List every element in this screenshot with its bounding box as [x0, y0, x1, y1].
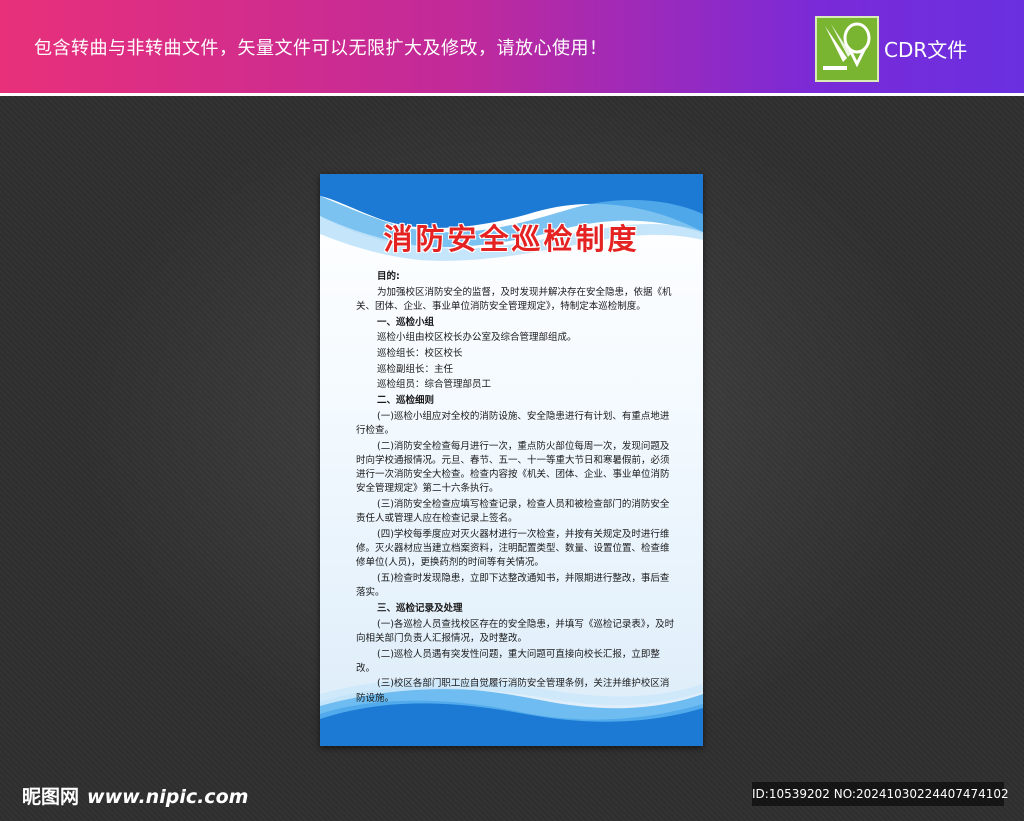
paragraph: 巡检组员：综合管理部员工 [377, 379, 492, 391]
paragraph: (三)消防安全检查应填写检查记录，检查人员和被检查部门的消防安全责任人或管理人应… [356, 499, 670, 525]
section-heading: 二、巡检细则 [377, 395, 435, 407]
paragraph: 巡检组长：校区校长 [377, 348, 463, 360]
paragraph: 巡检小组由校区校长办公室及综合管理部组成。 [377, 332, 577, 344]
top-banner: 包含转曲与非转曲文件，矢量文件可以无限扩大及修改，请放心使用！ CDR文件 [0, 0, 1024, 93]
section-heading: 三、巡检记录及处理 [377, 602, 463, 614]
paragraph: (二)巡检人员遇有突发性问题，重大问题可直接向校长汇报，立即整改。 [356, 648, 660, 674]
paragraph: (一)各巡检人员查找校区存在的安全隐患，并填写《巡检记录表》，及时向相关部门负责… [356, 618, 675, 644]
paragraph: (三)校区各部门职工应自觉履行消防安全管理条例，关注并维护校区消防设施。 [356, 678, 670, 704]
paragraph: 为加强校区消防安全的监督，及时发现并解决存在安全隐患，依据《机关、团体、企业、事… [356, 286, 672, 312]
paragraph: 巡检副组长：主任 [377, 363, 454, 375]
paragraph-purpose-heading: 目的: [377, 271, 400, 282]
site-watermark: 昵图网 www.nipic.com [22, 782, 248, 809]
paragraph: (四)学校每季度应对灭火器材进行一次检查，并按有关规定及时进行维修。灭火器材应当… [356, 528, 670, 569]
format-label: CDR文件 [884, 38, 968, 62]
site-url: www.nipic.com [87, 786, 249, 808]
poster-title: 消防安全巡检制度 [383, 222, 640, 256]
poster: 消防安全巡检制度 目的: 为加强校区消防安全的监督，及时发现并解决存在安全隐患，… [320, 174, 703, 746]
section-heading: 一、巡检小组 [377, 316, 435, 328]
coreldraw-icon [815, 16, 879, 82]
site-name: 昵图网 [22, 786, 80, 808]
paragraph: (五)检查时发现隐患，立即下达整改通知书，并限期进行整改，事后查落实。 [356, 573, 670, 599]
image-id-label: ID:10539202 NO:20241030224407474102 [752, 782, 1009, 806]
banner-text: 包含转曲与非转曲文件，矢量文件可以无限扩大及修改，请放心使用！ [34, 38, 608, 59]
paragraph: (二)消防安全检查每月进行一次，重点防火部位每周一次，发现问题及时向学校通报情况… [356, 440, 670, 495]
paragraph: (一)巡检小组应对全校的消防设施、安全隐患进行有计划、有重点地进行检查。 [356, 410, 670, 437]
poster-body: 目的: 为加强校区消防安全的监督，及时发现并解决存在安全隐患，依据《机关、团体、… [356, 270, 676, 707]
